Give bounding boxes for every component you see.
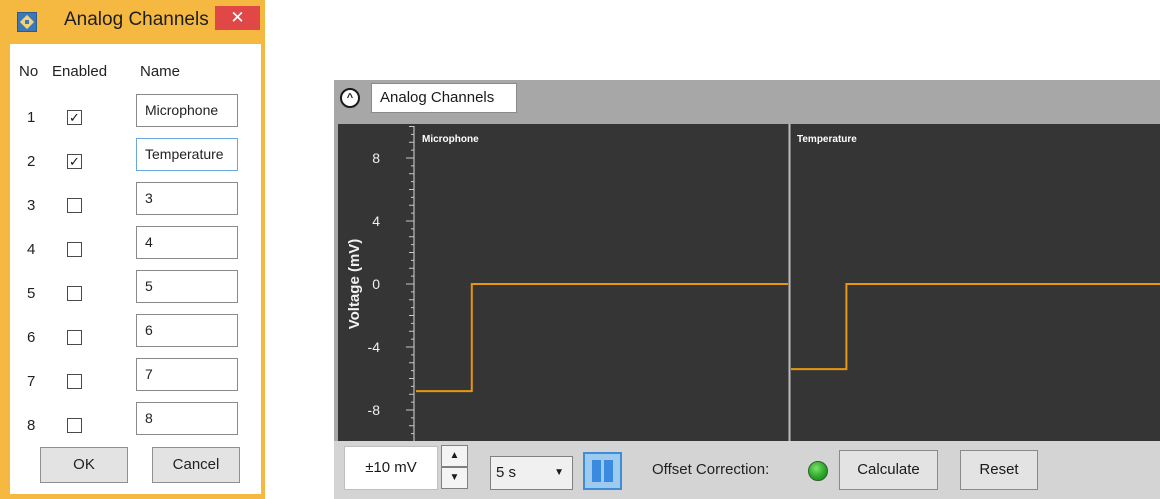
channel-name-input[interactable]: 3 <box>136 182 238 215</box>
row-number: 5 <box>27 285 36 302</box>
y-tick-label: 0 <box>372 276 380 292</box>
channel-name-input[interactable]: 5 <box>136 270 238 303</box>
calculate-button[interactable]: Calculate <box>839 450 938 490</box>
y-tick-label: 8 <box>372 150 380 166</box>
range-up-icon[interactable]: ▲ <box>441 445 468 467</box>
pause-button[interactable] <box>583 452 622 490</box>
voltage-range-field[interactable]: ±10 mV <box>344 446 438 490</box>
channel-title: Microphone <box>422 134 479 145</box>
channel-name-input[interactable]: 8 <box>136 402 238 435</box>
enabled-checkbox[interactable] <box>67 374 82 389</box>
time-window-value: 5 s <box>496 464 517 481</box>
header-enabled: Enabled <box>52 63 108 80</box>
y-tick-label: 4 <box>372 213 380 229</box>
y-axis-label: Voltage (mV) <box>346 239 363 330</box>
enabled-checkbox[interactable] <box>67 330 82 345</box>
range-down-icon[interactable]: ▼ <box>441 467 468 489</box>
row-number: 2 <box>27 153 36 170</box>
enabled-checkbox[interactable] <box>67 418 82 433</box>
channel-name-input[interactable]: 4 <box>136 226 238 259</box>
offset-status-indicator <box>808 461 828 481</box>
enabled-checkbox[interactable] <box>67 198 82 213</box>
chevron-down-icon: ▼ <box>554 467 564 478</box>
enabled-checkbox[interactable] <box>67 242 82 257</box>
reset-button[interactable]: Reset <box>960 450 1038 490</box>
dialog-title: Analog Channels <box>64 9 209 30</box>
analog-channels-panel: ^ Analog Channels 8 4 0 -4 -8 Voltage (mV) Mic… <box>334 80 1160 499</box>
enabled-checkbox[interactable]: ✓ <box>67 110 82 125</box>
ok-button[interactable]: OK <box>40 447 128 483</box>
pause-icon <box>604 460 613 482</box>
header-no: No <box>19 63 39 80</box>
channel-name-input[interactable]: 7 <box>136 358 238 391</box>
chart-controls-bar: ±10 mV ▲ ▼ 5 s ▼ Offset Correction: Calc… <box>334 441 1160 499</box>
y-tick-label: -8 <box>368 402 381 418</box>
enabled-checkbox[interactable] <box>67 286 82 301</box>
offset-correction-label: Offset Correction: <box>652 461 770 478</box>
header-name: Name <box>140 63 181 80</box>
dialog-title-bar[interactable]: Analog Channels ✕ <box>0 0 265 40</box>
time-window-select[interactable]: 5 s ▼ <box>490 456 573 490</box>
close-button[interactable]: ✕ <box>215 6 260 30</box>
row-number: 6 <box>27 329 36 346</box>
row-number: 3 <box>27 197 36 214</box>
row-number: 4 <box>27 241 36 258</box>
y-tick-label: -4 <box>368 339 381 355</box>
channel-title: Temperature <box>797 134 857 145</box>
row-number: 1 <box>27 109 36 126</box>
row-number: 7 <box>27 373 36 390</box>
app-logo-icon <box>17 12 37 32</box>
pause-icon <box>592 460 601 482</box>
channel-name-input[interactable]: Temperature <box>136 138 238 171</box>
dialog-body: No Enabled Name 1 ✓ Microphone 2 ✓ Tempe… <box>10 44 261 494</box>
channel-name-input[interactable]: 6 <box>136 314 238 347</box>
row-number: 8 <box>27 417 36 434</box>
plot-background <box>338 124 1160 441</box>
voltage-chart: 8 4 0 -4 -8 Voltage (mV) Microphone Temperature <box>338 124 1160 441</box>
analog-channels-dialog: Analog Channels ✕ No Enabled Name 1 ✓ Mi… <box>0 0 265 499</box>
enabled-checkbox[interactable]: ✓ <box>67 154 82 169</box>
cancel-button[interactable]: Cancel <box>152 447 240 483</box>
channel-name-input[interactable]: Microphone <box>136 94 238 127</box>
